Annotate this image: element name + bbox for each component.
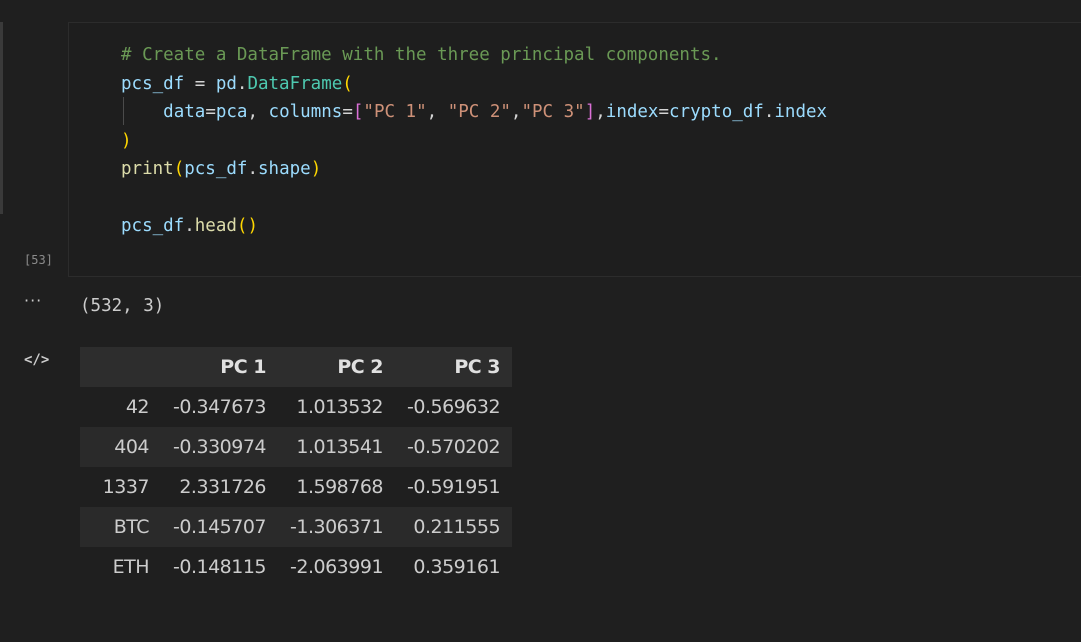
code-token: pd <box>215 73 237 94</box>
code-token: ] <box>584 102 596 122</box>
code-token: . <box>236 73 248 94</box>
code-token: # Create a DataFrame with the three prin… <box>121 45 722 65</box>
table-row: 42 -0.347673 1.013532 -0.569632 <box>80 387 513 427</box>
table-cell: 2.331726 <box>179 476 267 498</box>
code-editor-text[interactable]: # Create a DataFrame with the three prin… <box>121 41 827 241</box>
table-cell: -0.347673 <box>173 396 267 418</box>
column-header-pc1: PC 1 <box>220 356 267 378</box>
table-cell: 0.359161 <box>413 556 501 578</box>
code-token: ( <box>173 159 185 179</box>
row-index: 42 <box>125 396 150 418</box>
code-token: head <box>194 216 237 236</box>
code-token: "PC 3" <box>521 102 585 122</box>
table-cell: -2.063991 <box>290 556 384 578</box>
table-row: 1337 2.331726 1.598768 -0.591951 <box>80 467 513 507</box>
code-token: [ <box>352 102 364 122</box>
column-header-pc3: PC 3 <box>454 356 501 378</box>
code-token: pcs_df <box>121 73 185 94</box>
code-token: = <box>205 102 216 122</box>
code-token: crypto_df <box>669 102 764 122</box>
row-index: 404 <box>114 436 149 458</box>
code-token: columns <box>268 102 343 122</box>
code-token: , <box>426 102 448 122</box>
table-cell: -0.148115 <box>173 556 267 578</box>
row-index: 1337 <box>102 476 150 498</box>
execution-count: [53] <box>24 253 53 267</box>
code-token: . <box>763 102 775 122</box>
code-token: DataFrame <box>247 73 343 94</box>
code-token: index <box>605 102 659 122</box>
table-row: BTC -0.145707 -1.306371 0.211555 <box>80 507 513 547</box>
code-token: = <box>342 102 353 122</box>
table-header-row: PC 1 PC 2 PC 3 <box>80 347 513 387</box>
code-token: print <box>121 159 174 179</box>
code-token: ( <box>342 73 353 94</box>
dataframe-output-table: PC 1 PC 2 PC 3 42 -0.347673 1.013532 -0.… <box>80 347 513 587</box>
output-renderer-code-icon[interactable]: </> <box>24 352 49 368</box>
code-token: = <box>184 73 216 94</box>
index-header <box>80 347 161 387</box>
code-line: pcs_df = pd.DataFrame( <box>121 70 827 99</box>
table-cell: -0.569632 <box>407 396 501 418</box>
code-line: data=pca, columns=["PC 1", "PC 2","PC 3"… <box>121 98 827 127</box>
table-row: 404 -0.330974 1.013541 -0.570202 <box>80 427 513 467</box>
table-cell: -0.591951 <box>407 476 501 498</box>
code-token: () <box>236 216 258 236</box>
code-token: "PC 2" <box>447 102 511 122</box>
output-actions-ellipsis-icon[interactable]: ··· <box>24 293 48 309</box>
table-cell: -0.145707 <box>173 516 267 538</box>
table-cell: 1.013532 <box>296 396 384 418</box>
code-line: ) <box>121 127 827 156</box>
table-cell: -0.570202 <box>407 436 501 458</box>
code-token: , <box>510 102 522 122</box>
row-index: ETH <box>112 556 150 578</box>
code-token: shape <box>258 159 311 179</box>
code-line: print(pcs_df.shape) <box>121 155 827 184</box>
cell-focus-bar <box>0 22 3 214</box>
table-cell: -0.330974 <box>173 436 267 458</box>
code-token: pcs_df <box>121 216 185 236</box>
code-token: pca <box>215 102 248 122</box>
row-index: BTC <box>113 516 150 538</box>
table-cell: 1.598768 <box>296 476 384 498</box>
table-cell: 1.013541 <box>296 436 384 458</box>
table-cell: -1.306371 <box>290 516 384 538</box>
output-stdout: (532, 3) <box>80 296 165 316</box>
column-header-pc2: PC 2 <box>337 356 384 378</box>
code-line: # Create a DataFrame with the three prin… <box>121 41 827 70</box>
code-token: = <box>658 102 670 122</box>
code-token: , <box>595 102 606 122</box>
code-token: pcs_df <box>184 159 248 179</box>
table-cell: 0.211555 <box>413 516 501 538</box>
code-token: index <box>774 102 828 122</box>
code-token: ) <box>310 159 322 179</box>
code-token: . <box>247 159 258 179</box>
code-token: ) <box>121 130 132 151</box>
code-line: pcs_df.head() <box>121 212 827 241</box>
code-token: data <box>163 102 206 122</box>
code-token: . <box>184 216 195 236</box>
code-token: "PC 1" <box>363 102 427 122</box>
code-token: , <box>247 102 269 122</box>
table-row: ETH -0.148115 -2.063991 0.359161 <box>80 547 513 587</box>
